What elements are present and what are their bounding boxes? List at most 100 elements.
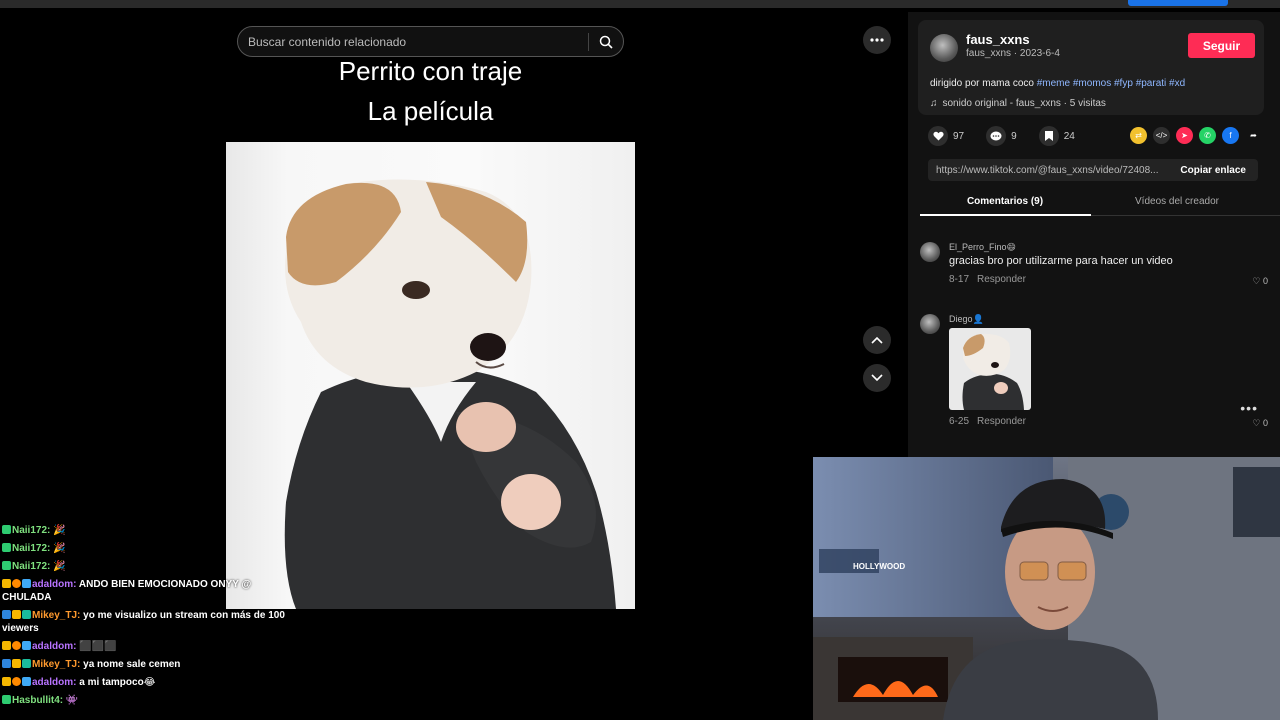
chat-text: ⬛⬛⬛ [79, 641, 117, 652]
reply-button[interactable]: Responder [977, 416, 1026, 427]
whatsapp-icon[interactable]: ✆ [1199, 127, 1216, 144]
tab-creator-videos[interactable]: Vídeos del creador [1092, 196, 1262, 207]
post-date: 2023-6-4 [1019, 48, 1060, 59]
hashtag[interactable]: #fyp [1114, 78, 1133, 89]
chat-username[interactable]: Naii172: [12, 525, 50, 536]
share-arrow-icon[interactable]: ➦ [1245, 127, 1262, 144]
reply-button[interactable]: Responder [977, 274, 1026, 285]
comment-more-icon[interactable]: ••• [1240, 400, 1258, 416]
chat-badge-icon [2, 543, 11, 552]
chat-badge-icon [2, 525, 11, 534]
heart-icon [932, 131, 944, 141]
comment-text: gracias bro por utilizarme para hacer un… [949, 255, 1173, 267]
hashtag[interactable]: #parati [1136, 78, 1167, 89]
comment-username[interactable]: El_Perro_Fino😄 [949, 242, 1016, 253]
grid-badge-icon [22, 659, 31, 668]
description-text: dirigido por mama coco [930, 78, 1034, 89]
chat-username[interactable]: Mikey_TJ: [32, 659, 80, 670]
copy-link-button[interactable]: Copiar enlace [1168, 165, 1258, 176]
comment-item: El_Perro_Fino😄 gracias bro por utilizarm… [920, 242, 1270, 292]
send-icon[interactable]: ➤ [1176, 127, 1193, 144]
follow-button[interactable]: Seguir [1188, 33, 1255, 58]
svg-text:HOLLYWOOD: HOLLYWOOD [853, 562, 905, 571]
bookmark-icon [1044, 131, 1053, 141]
chat-message: Mikey_TJ: ya nome sale cemen [2, 658, 292, 671]
top-bar-button[interactable] [1128, 0, 1228, 6]
chat-message: Naii172: 🎉 [2, 560, 292, 573]
chat-username[interactable]: adaldom: [32, 641, 76, 652]
chevron-up-icon [871, 336, 883, 344]
sub-badge-icon [12, 579, 21, 588]
next-video-button[interactable] [863, 364, 891, 392]
chat-username[interactable]: Mikey_TJ: [32, 610, 80, 621]
music-info[interactable]: ♫ sonido original - faus_xxns · 5 visita… [930, 98, 1106, 109]
chat-username[interactable]: Naii172: [12, 543, 50, 554]
crown-badge-icon [2, 677, 11, 686]
chat-username[interactable]: adaldom: [32, 677, 76, 688]
chat-text: 🎉 [53, 561, 66, 572]
comment-like-count: 0 [1262, 276, 1268, 286]
chevron-down-icon [871, 374, 883, 382]
comment-bubble-icon [990, 131, 1002, 140]
author-handle: faus_xxns [966, 48, 1012, 59]
crown-badge-icon [12, 610, 21, 619]
share-options: ⇄ </> ➤ ✆ f ➦ [1130, 127, 1262, 144]
author-card: faus_xxns faus_xxns · 2023-6-4 Seguir di… [918, 20, 1264, 115]
chat-message: adaldom: a mi tampoco😂 [2, 676, 292, 689]
more-options-button[interactable] [863, 26, 891, 54]
hashtag[interactable]: #meme [1037, 78, 1070, 89]
chat-text: 👾 [65, 695, 79, 706]
comment-like[interactable]: ♡ 0 [1252, 418, 1268, 429]
video-details-panel: faus_xxns faus_xxns · 2023-6-4 Seguir di… [908, 12, 1280, 457]
previous-video-button[interactable] [863, 326, 891, 354]
tab-comments[interactable]: Comentarios (9) [920, 196, 1090, 207]
video-link-text[interactable]: https://www.tiktok.com/@faus_xxns/video/… [928, 165, 1168, 176]
author-avatar[interactable] [930, 34, 958, 62]
embed-code-icon[interactable]: </> [1153, 127, 1170, 144]
gem-badge-icon [22, 677, 31, 686]
chat-username[interactable]: Hasbullit4: [12, 695, 63, 706]
author-name[interactable]: faus_xxns [966, 32, 1030, 47]
chat-badge-icon [2, 695, 11, 704]
sword-badge-icon [2, 610, 11, 619]
engagement-actions: 97 9 24 [928, 126, 1075, 146]
chat-message: Naii172: 🎉 [2, 524, 292, 537]
gem-badge-icon [22, 641, 31, 650]
chat-text: a mi tampoco😂 [79, 677, 156, 688]
chat-message: Naii172: 🎉 [2, 542, 292, 555]
comment-date: 6-25 [949, 416, 970, 427]
chat-text: ya nome sale cemen [83, 659, 181, 670]
commenter-avatar[interactable] [920, 242, 940, 262]
comment-image[interactable] [949, 328, 1031, 410]
comment-button[interactable] [986, 126, 1007, 146]
browser-top-strip [0, 0, 1280, 8]
hashtag[interactable]: #momos [1073, 78, 1111, 89]
comment-count: 9 [1011, 130, 1017, 142]
more-dots-icon [870, 38, 884, 42]
search-input[interactable] [238, 34, 588, 49]
repost-icon[interactable]: ⇄ [1130, 127, 1147, 144]
chat-username[interactable]: adaldom: [32, 579, 76, 590]
save-count: 24 [1063, 130, 1075, 142]
commenter-avatar[interactable] [920, 314, 940, 334]
music-note-icon: ♫ [930, 98, 938, 109]
search-icon[interactable] [589, 27, 623, 56]
search-bar [237, 26, 624, 57]
facebook-icon[interactable]: f [1222, 127, 1239, 144]
crown-badge-icon [2, 579, 11, 588]
panel-tabs: Comentarios (9) Vídeos del creador [920, 192, 1280, 216]
chat-text: 🎉 [53, 543, 66, 554]
sub-badge-icon [12, 641, 21, 650]
comment-like[interactable]: ♡ 0 [1252, 276, 1268, 287]
hashtag[interactable]: #xd [1169, 78, 1185, 89]
active-tab-indicator [920, 214, 1091, 216]
crown-badge-icon [12, 659, 21, 668]
save-button[interactable] [1038, 126, 1059, 146]
grid-badge-icon [22, 610, 31, 619]
like-button[interactable] [928, 126, 948, 146]
chat-username[interactable]: Naii172: [12, 561, 50, 572]
chat-message: adaldom: ⬛⬛⬛ [2, 640, 292, 653]
chat-message: Mikey_TJ: yo me visualizo un stream con … [2, 609, 292, 635]
stream-chat: Naii172: 🎉 Naii172: 🎉 Naii172: 🎉 adaldom… [2, 524, 292, 712]
comment-username[interactable]: Diego👤 [949, 314, 984, 325]
